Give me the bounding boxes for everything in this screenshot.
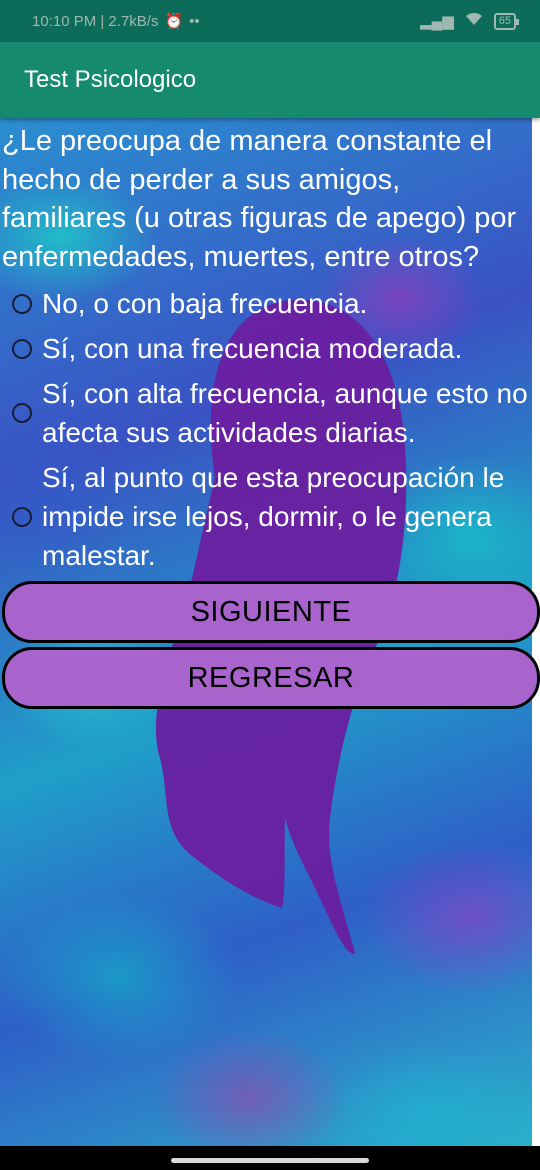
option-2[interactable]: Sí, con una frecuencia moderada. [8,329,532,368]
next-button[interactable]: SIGUIENTE [2,581,540,643]
radio-button-icon[interactable] [12,338,32,359]
radio-button-icon[interactable] [12,293,32,314]
option-label: Sí, al punto que esta preocupación le im… [42,462,505,571]
wifi-icon [464,11,484,31]
option-label: Sí, con alta frecuencia, aunque esto no … [42,378,528,448]
radio-button-icon[interactable] [12,403,32,423]
option-3[interactable]: Sí, con alta frecuencia, aunque esto no … [8,374,532,452]
status-extra: •• [189,12,200,30]
radio-button-icon[interactable] [12,506,32,527]
status-right: ▂▄▆ 65 [420,11,520,31]
back-button[interactable]: REGRESAR [2,647,540,709]
app-title: Test Psicologico [24,66,197,93]
home-gesture-handle[interactable] [171,1158,369,1163]
answer-options: No, o con baja frecuencia. Sí, con una f… [0,284,532,575]
alarm-icon: ⏰ [164,13,184,30]
option-1[interactable]: No, o con baja frecuencia. [8,284,532,323]
signal-icon: ▂▄▆ [420,13,454,30]
question-text: ¿Le preocupa de manera constante el hech… [2,125,517,273]
status-left: 10:10 PM | 2.7kB/s ⏰ •• [32,12,200,31]
question-content: ¿Le preocupa de manera constante el hech… [0,122,540,713]
status-time: 10:10 PM | 2.7kB/s [32,12,159,30]
app-screen: 10:10 PM | 2.7kB/s ⏰ •• ▂▄▆ 65 Test Psic… [0,0,540,1170]
battery-icon: 65 [493,12,520,30]
option-label: Sí, con una frecuencia moderada. [42,333,463,364]
app-bar: Test Psicologico [0,42,540,118]
action-buttons: SIGUIENTE REGRESAR [0,581,540,709]
option-label: No, o con baja frecuencia. [42,288,368,319]
option-4[interactable]: Sí, al punto que esta preocupación le im… [8,458,532,575]
status-bar: 10:10 PM | 2.7kB/s ⏰ •• ▂▄▆ 65 [0,0,540,42]
